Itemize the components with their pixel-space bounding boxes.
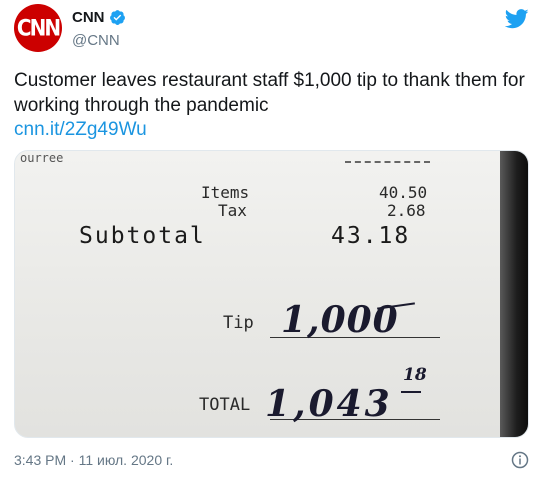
tweet-link[interactable]: cnn.it/2Zg49Wu — [14, 119, 147, 141]
receipt-tip-label: Tip — [223, 313, 254, 333]
receipt-items-value: 40.50 — [379, 183, 428, 202]
avatar-logo-text: CNN — [16, 14, 61, 42]
tweet-timestamp[interactable]: 3:43 PM · 11 июл. 2020 г. — [14, 452, 173, 468]
receipt-total-cents-handwritten: 18 — [403, 365, 427, 385]
tweet-media-photo[interactable]: ourree Items 40.50 Tax 2.68 Subtotal 43.… — [14, 150, 529, 438]
receipt-subtotal-value: 43.18 — [331, 223, 411, 249]
tweet-text: Customer leaves restaurant staff $1,000 … — [14, 70, 525, 116]
author-display-name[interactable]: CNN — [72, 9, 105, 26]
receipt-top-scrap: ourree — [20, 151, 64, 165]
avatar[interactable]: CNN — [14, 4, 62, 52]
receipt-total-handwritten: 1,043 — [265, 383, 393, 425]
receipt-dark-edge — [500, 151, 528, 437]
verified-badge-icon — [109, 10, 125, 25]
receipt-tip-handwritten: 1,000 — [281, 299, 399, 341]
twitter-bird-icon[interactable] — [505, 9, 529, 29]
receipt-total-label: TOTAL — [199, 395, 251, 415]
author-name-row[interactable]: CNN — [72, 9, 126, 26]
author-handle[interactable]: @CNN — [72, 32, 120, 49]
receipt-cents-underline — [401, 391, 421, 393]
receipt-subtotal-label: Subtotal — [79, 223, 206, 249]
receipt-dashed-line — [345, 161, 430, 163]
tweet-card: CNN CNN @CNN Customer leaves restaurant … — [0, 0, 543, 477]
receipt-tax-value: 2.68 — [387, 201, 426, 220]
info-icon[interactable] — [511, 451, 529, 469]
receipt-items-label: Items — [201, 183, 250, 202]
receipt-tax-label: Tax — [218, 201, 247, 220]
